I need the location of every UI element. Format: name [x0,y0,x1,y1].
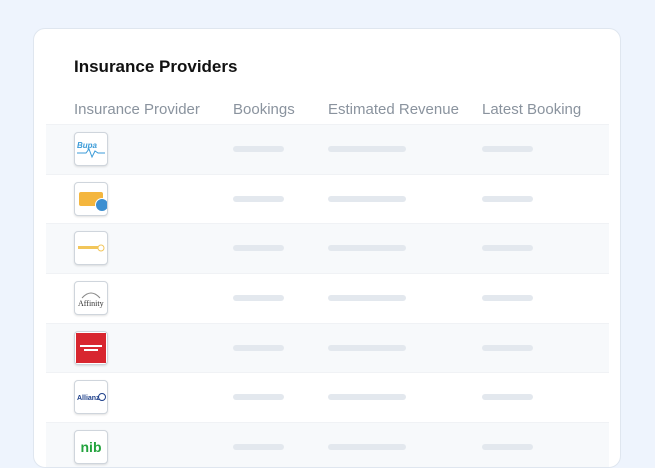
bookings-placeholder [233,245,284,252]
table-row[interactable] [46,223,609,274]
estimated-revenue-placeholder [328,344,406,351]
estimated-revenue-placeholder [328,444,406,451]
latest-booking-placeholder [482,245,533,252]
bookings-placeholder [233,195,284,202]
latest-booking-placeholder [482,146,533,152]
insurance-providers-card: Insurance Providers Insurance Provider B… [33,28,621,468]
latest-booking-placeholder [482,295,533,302]
estimated-revenue-placeholder [328,146,406,152]
table-body: Bupa Affinity Allianz nib [46,124,609,467]
latest-booking-placeholder [482,195,533,202]
svg-text:Allianz: Allianz [77,395,100,402]
table-row[interactable]: Affinity [46,273,609,323]
bookings-placeholder [233,295,284,302]
bookings-placeholder [233,394,284,401]
table-row[interactable]: nib [46,422,609,467]
allianz-logo-icon: Allianz [74,380,108,415]
nib-logo-text: nib [80,439,102,456]
assist-card-logo-icon [74,330,108,365]
latest-booking-placeholder [482,444,533,451]
column-header-bookings[interactable]: Bookings [233,101,295,118]
nib-logo-icon: nib [74,430,108,465]
column-header-latest-booking[interactable]: Latest Booking [482,101,581,118]
column-header-estimated-revenue[interactable]: Estimated Revenue [328,101,459,118]
estimated-revenue-placeholder [328,295,406,302]
latest-booking-placeholder [482,394,533,401]
card-title: Insurance Providers [74,57,238,76]
bookings-placeholder [233,344,284,351]
table-row[interactable]: Bupa [46,124,609,174]
gold-insurer-logo-icon [74,231,108,266]
estimated-revenue-placeholder [328,245,406,252]
bupa-logo-icon: Bupa [74,132,108,166]
table-row[interactable] [46,322,609,373]
estimated-revenue-placeholder [328,195,406,202]
svg-text:Affinity: Affinity [78,299,104,308]
estimated-revenue-placeholder [328,394,406,401]
table-row[interactable]: Allianz [46,372,609,422]
svg-text:Bupa: Bupa [77,141,98,150]
table-header: Insurance Provider Bookings Estimated Re… [74,101,614,121]
affinity-logo-icon: Affinity [74,281,108,316]
bookings-placeholder [233,444,284,451]
column-header-provider[interactable]: Insurance Provider [74,101,200,118]
latest-booking-placeholder [482,344,533,351]
orange-insurer-logo-icon [74,181,108,216]
bookings-placeholder [233,146,284,152]
table-row[interactable] [46,173,609,224]
